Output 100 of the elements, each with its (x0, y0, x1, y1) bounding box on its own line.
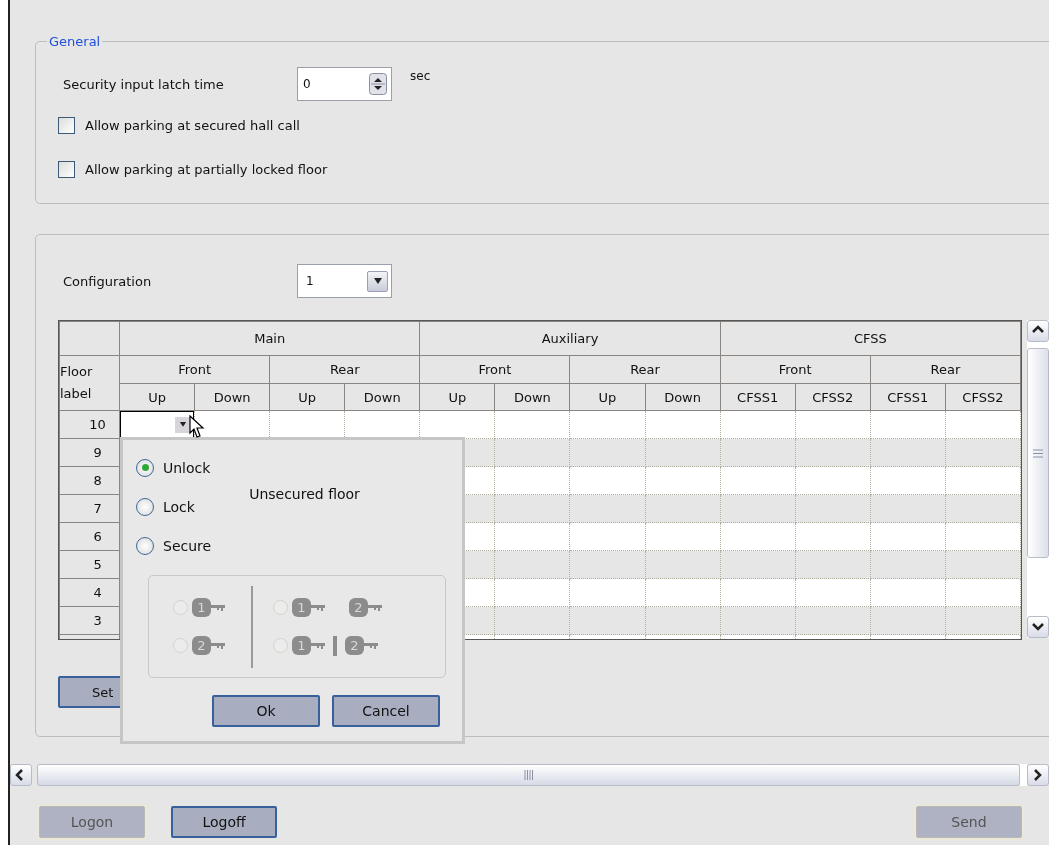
column-header: Main (119, 321, 420, 356)
table-cell[interactable] (645, 578, 721, 607)
footer-button[interactable]: Logoff (171, 806, 277, 838)
table-cell[interactable] (569, 522, 646, 551)
table-cell[interactable] (870, 606, 946, 635)
table-cell[interactable] (720, 438, 796, 467)
floor-label-cell: 6 (59, 522, 120, 551)
separator-bar (333, 635, 337, 656)
table-cell[interactable] (945, 550, 1021, 579)
dialog-button[interactable]: Ok (212, 695, 320, 727)
column-header: Up (569, 383, 646, 411)
table-cell[interactable] (494, 522, 570, 551)
table-cell[interactable] (494, 410, 570, 439)
table-cell[interactable] (795, 578, 871, 607)
table-cell[interactable] (795, 550, 871, 579)
radio-label: Lock (163, 498, 195, 515)
column-header: Up (119, 383, 195, 411)
radio-button[interactable] (136, 458, 154, 477)
floor-label-cell: 5 (59, 550, 120, 579)
floor-label-cell: 9 (59, 438, 120, 467)
floor-label-cell: 7 (59, 494, 120, 523)
table-cell[interactable] (720, 578, 796, 607)
table-cell[interactable] (645, 410, 721, 439)
grip-icon (524, 770, 533, 780)
horizontal-scrollbar[interactable] (10, 763, 1049, 787)
table-cell[interactable] (945, 606, 1021, 635)
table-cell[interactable] (945, 466, 1021, 495)
caret-icon (179, 422, 188, 427)
dialog-button[interactable]: Cancel (332, 695, 440, 727)
table-cell[interactable] (945, 578, 1021, 607)
group-title: General (48, 34, 102, 49)
caret-icon (372, 278, 383, 284)
table-cell[interactable] (569, 410, 646, 439)
table-cell[interactable] (720, 410, 796, 439)
table-cell[interactable] (494, 550, 570, 579)
table-cell[interactable] (494, 606, 570, 635)
table-cell[interactable] (645, 466, 721, 495)
table-cell[interactable] (795, 438, 871, 467)
table-cell[interactable] (569, 578, 646, 607)
table-cell[interactable] (494, 466, 570, 495)
column-header: CFSS2 (795, 383, 871, 411)
table-cell[interactable] (569, 606, 646, 635)
column-header: Down (194, 383, 270, 411)
checkbox[interactable] (58, 116, 75, 134)
table-cell[interactable] (569, 466, 646, 495)
table-cell[interactable] (795, 410, 871, 439)
column-header: Auxiliary (419, 321, 721, 356)
table-cell[interactable] (645, 438, 721, 467)
table-cell[interactable] (569, 494, 646, 523)
table-cell[interactable] (720, 606, 796, 635)
header-cell (59, 321, 120, 356)
table-cell[interactable] (645, 522, 721, 551)
table-cell[interactable] (569, 438, 646, 467)
table-cell[interactable] (795, 522, 871, 551)
column-header: Floor label (59, 355, 120, 411)
radio-button[interactable] (136, 497, 154, 516)
field-label: Security input latch time (63, 76, 224, 92)
field-label: Configuration (63, 273, 152, 289)
column-header: CFSS2 (945, 383, 1021, 411)
table-cell[interactable] (795, 466, 871, 495)
scrollbar-track (1020, 764, 1027, 786)
floor-label-cell: 4 (59, 578, 120, 607)
table-cell[interactable] (870, 522, 946, 551)
table-cell[interactable] (645, 550, 721, 579)
table-cell[interactable] (870, 550, 946, 579)
table-cell[interactable] (419, 410, 495, 439)
vertical-scrollbar[interactable] (1027, 320, 1049, 638)
table-cell[interactable] (870, 466, 946, 495)
number-field[interactable]: 0 (297, 67, 392, 101)
table-cell[interactable] (870, 494, 946, 523)
table-cell[interactable] (870, 578, 946, 607)
table-cell[interactable] (720, 522, 796, 551)
table-cell[interactable] (795, 494, 871, 523)
table-cell[interactable] (720, 466, 796, 495)
spinner-icon[interactable] (369, 73, 387, 95)
grip-icon (1033, 448, 1043, 458)
table-cell[interactable] (795, 606, 871, 635)
table-cell[interactable] (870, 438, 946, 467)
checkbox[interactable] (58, 160, 75, 178)
configuration-dropdown[interactable]: 1 (297, 264, 392, 298)
column-header: Front (419, 355, 570, 384)
radio-button[interactable] (136, 536, 154, 555)
table-cell[interactable] (645, 494, 721, 523)
column-header: Rear (269, 355, 420, 384)
table-cell[interactable] (720, 494, 796, 523)
table-cell[interactable] (945, 522, 1021, 551)
table-cell[interactable] (569, 550, 646, 579)
table-cell[interactable] (494, 494, 570, 523)
table-cell[interactable] (720, 550, 796, 579)
table-cell[interactable] (945, 410, 1021, 439)
column-header: Up (419, 383, 495, 411)
table-cell[interactable] (645, 606, 721, 635)
table-cell[interactable] (494, 578, 570, 607)
checkbox-label: Allow parking at partially locked floor (85, 161, 328, 177)
table-cell[interactable] (494, 438, 570, 467)
column-header: Front (119, 355, 270, 384)
table-cell[interactable] (945, 438, 1021, 467)
table-cell[interactable] (945, 494, 1021, 523)
column-header: Rear (569, 355, 721, 384)
table-cell[interactable] (870, 410, 946, 439)
